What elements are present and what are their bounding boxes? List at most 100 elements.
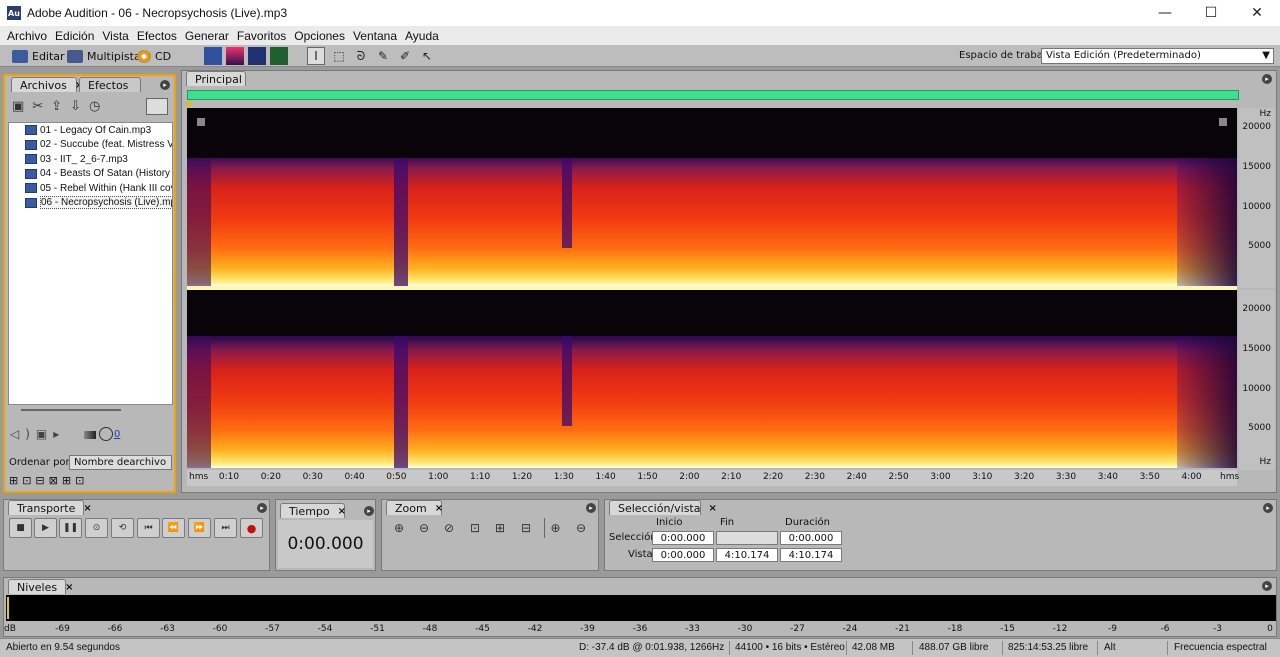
phase-display-icon[interactable] xyxy=(270,47,288,65)
selection-start-field[interactable]: 0:00.000 xyxy=(652,531,714,545)
volume-slider-icon[interactable] xyxy=(84,431,96,439)
cd-view-button[interactable]: CD xyxy=(137,48,171,65)
menu-favoritos[interactable]: Favoritos xyxy=(237,29,286,43)
go-to-end-button[interactable]: ⏭ xyxy=(214,518,237,538)
close-icon[interactable]: × xyxy=(65,582,73,593)
expand-icon[interactable] xyxy=(1219,118,1227,126)
minimize-button[interactable]: — xyxy=(1142,0,1188,26)
time-tick: 1:50 xyxy=(637,472,658,482)
file-item-3[interactable]: 03 - IIT_ 2_6-7.mp3 xyxy=(9,152,172,167)
spectral-display-icon[interactable] xyxy=(226,47,244,65)
pause-button[interactable]: ❚❚ xyxy=(59,518,82,538)
play-from-cursor-button[interactable]: ⊙ xyxy=(85,518,108,538)
tab-archivos[interactable]: Archivos× xyxy=(11,77,83,92)
hz-unit-label: Hz xyxy=(1259,109,1272,119)
tab-zoom[interactable]: Zoom × xyxy=(386,500,443,515)
spectral-display[interactable] xyxy=(187,108,1237,468)
expand-icon[interactable] xyxy=(197,118,205,126)
marquee-tool-icon[interactable]: ⬚ xyxy=(330,47,348,65)
close-icon[interactable]: × xyxy=(83,503,91,514)
pan-display-icon[interactable] xyxy=(248,47,266,65)
db-tick: -12 xyxy=(1052,624,1068,634)
close-icon[interactable]: × xyxy=(708,503,716,514)
record-button[interactable]: ● xyxy=(240,518,263,538)
file-item-2[interactable]: 02 - Succube (feat. Mistress Vale xyxy=(9,138,172,153)
view-start-field[interactable]: 0:00.000 xyxy=(652,548,714,562)
time-ruler[interactable]: hms 0:10 0:20 0:30 0:40 0:50 1:00 1:10 1:20 1:30… xyxy=(187,470,1239,486)
selection-end-field[interactable] xyxy=(716,531,778,545)
audio-file-icon xyxy=(25,139,37,150)
close-icon[interactable]: × xyxy=(435,503,443,514)
zoom-left-edge-icon[interactable]: ⊞ xyxy=(489,518,511,538)
play-button[interactable]: ▶ xyxy=(34,518,57,538)
waveform-display-icon[interactable] xyxy=(204,47,222,65)
menu-efectos[interactable]: Efectos xyxy=(137,29,177,43)
multitrack-view-button[interactable]: Multipista xyxy=(67,48,141,65)
lasso-tool-icon[interactable]: ᘐ xyxy=(352,47,370,65)
stop-button[interactable]: ■ xyxy=(9,518,32,538)
zoom-right-edge-icon[interactable]: ⊟ xyxy=(515,518,537,538)
zoom-out-vertical-icon[interactable]: ⊖ xyxy=(570,518,592,538)
tab-efectos[interactable]: Efectos xyxy=(79,77,141,92)
tab-tiempo[interactable]: Tiempo × xyxy=(280,503,346,518)
panel-menu-icon[interactable]: ▸ xyxy=(586,503,596,513)
tab-principal[interactable]: Principal xyxy=(186,71,246,86)
menu-ventana[interactable]: Ventana xyxy=(353,29,397,43)
db-tick: -63 xyxy=(160,624,175,634)
close-button[interactable]: ✕ xyxy=(1234,0,1280,26)
menu-generar[interactable]: Generar xyxy=(185,29,229,43)
zoom-in-vertical-icon[interactable]: ⊕ xyxy=(544,518,566,538)
zoom-out-horizontal-icon[interactable]: ⊖ xyxy=(413,518,435,538)
menu-archivo[interactable]: Archivo xyxy=(7,29,47,43)
zoom-selection-icon[interactable]: ⊡ xyxy=(464,518,486,538)
sort-select[interactable]: Nombre dearchivo xyxy=(69,455,172,470)
spot-healing-tool-icon[interactable]: ✐ xyxy=(396,47,414,65)
zoom-in-horizontal-icon[interactable]: ⊕ xyxy=(388,518,410,538)
tab-niveles[interactable]: Niveles × xyxy=(8,579,74,594)
rewind-button[interactable]: ⏪ xyxy=(162,518,185,538)
tab-seleccion-vista[interactable]: Selección/vista × xyxy=(609,500,717,515)
file-list[interactable]: 01 - Legacy Of Cain.mp3 02 - Succube (fe… xyxy=(8,122,173,411)
panel-menu-icon[interactable]: ▸ xyxy=(1263,503,1273,513)
panel-menu-icon[interactable]: ▸ xyxy=(364,506,374,516)
file-toolbar-icons[interactable]: ▣✂⇪⇩◷ xyxy=(12,99,108,114)
go-to-start-button[interactable]: ⏮ xyxy=(137,518,160,538)
right-channel-spectrogram[interactable] xyxy=(187,290,1237,468)
hybrid-tool-icon[interactable]: ↖ xyxy=(418,47,436,65)
file-item-4[interactable]: 04 - Beasts Of Satan (History Of A xyxy=(9,167,172,182)
view-end-field[interactable]: 4:10.174 xyxy=(716,548,778,562)
view-duration-field[interactable]: 4:10.174 xyxy=(780,548,842,562)
close-icon[interactable]: × xyxy=(338,506,346,517)
edit-view-button[interactable]: Editar xyxy=(12,48,65,65)
column-fin: Fin xyxy=(720,517,735,528)
waveform-icon xyxy=(12,50,28,63)
panel-menu-icon[interactable]: ▸ xyxy=(160,80,170,90)
file-item-1[interactable]: 01 - Legacy Of Cain.mp3 xyxy=(9,123,172,138)
selection-duration-field[interactable]: 0:00.000 xyxy=(780,531,842,545)
file-item-6[interactable]: 06 - Necropsychosis (Live).mp3 xyxy=(9,196,172,211)
volume-knob-icon[interactable] xyxy=(99,427,113,441)
zoom-out-full-icon[interactable]: ⊘ xyxy=(438,518,460,538)
horizontal-scrollbar[interactable] xyxy=(21,409,121,411)
view-options-icon[interactable] xyxy=(146,98,168,115)
menu-opciones[interactable]: Opciones xyxy=(294,29,345,43)
file-item-5[interactable]: 05 - Rebel Within (Hank III cover xyxy=(9,181,172,196)
panel-menu-icon[interactable]: ▸ xyxy=(1262,74,1272,84)
time-selection-tool-icon[interactable]: I xyxy=(307,47,325,65)
workspace-select[interactable]: Vista Edición (Predeterminado) ▼ xyxy=(1041,48,1274,64)
file-filter-icons[interactable]: ⊞⊡⊟⊠⊞⊡ xyxy=(9,474,88,487)
menu-edicion[interactable]: Edición xyxy=(55,29,94,43)
panel-menu-icon[interactable]: ▸ xyxy=(1262,581,1272,591)
menu-ayuda[interactable]: Ayuda xyxy=(405,29,439,43)
preview-controls-icons[interactable]: ◁)▣▸ xyxy=(10,427,65,441)
zoom-navigator-bar[interactable] xyxy=(187,90,1239,100)
panel-menu-icon[interactable]: ▸ xyxy=(257,503,267,513)
tab-transporte[interactable]: Transporte × xyxy=(8,500,92,515)
fast-forward-button[interactable]: ⏩ xyxy=(188,518,211,538)
brush-tool-icon[interactable]: ✎ xyxy=(374,47,392,65)
menu-vista[interactable]: Vista xyxy=(102,29,128,43)
volume-value[interactable]: 0 xyxy=(114,429,120,440)
left-channel-spectrogram[interactable] xyxy=(187,108,1237,286)
loop-button[interactable]: ⟲ xyxy=(111,518,134,538)
maximize-button[interactable]: ☐ xyxy=(1188,0,1234,26)
